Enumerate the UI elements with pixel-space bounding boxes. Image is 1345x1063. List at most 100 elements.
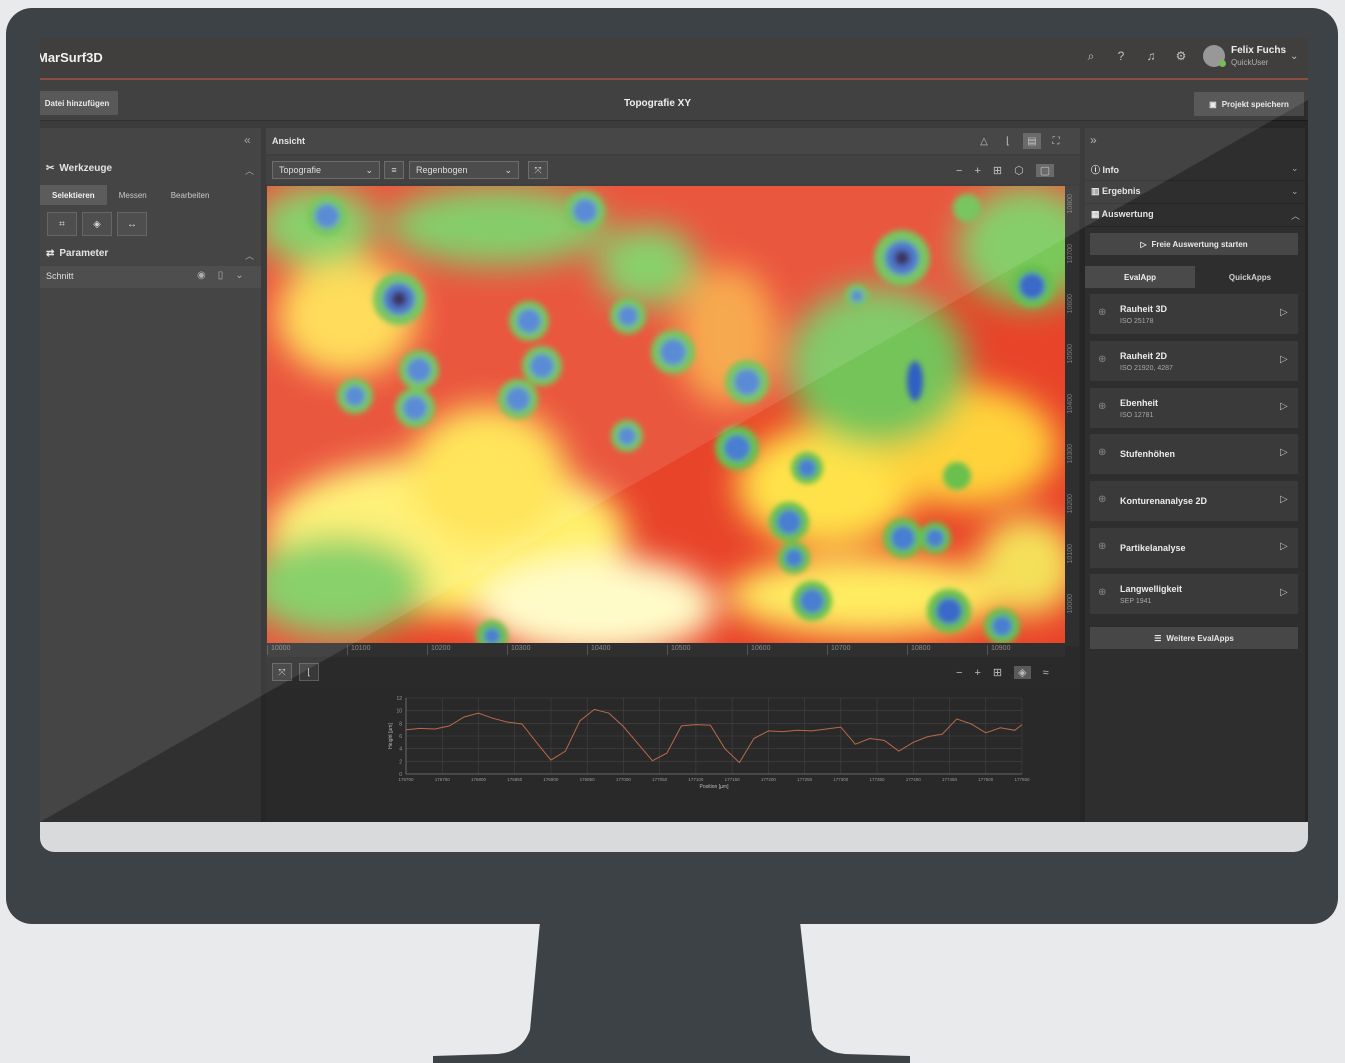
evalapp-title: Partikelanalyse (1120, 543, 1186, 553)
evalapp-card[interactable]: ⊕ Rauheit 2D ISO 21920, 4287 ▷ (1090, 341, 1298, 381)
chevron-down-icon[interactable]: ⌄ (235, 270, 243, 281)
x-tick-label: 176700 (398, 777, 414, 782)
y-axis-label: Height [µm] (388, 723, 394, 749)
evalapp-card[interactable]: ⊕ Stufenhöhen ▷ (1090, 434, 1298, 474)
evalapp-card[interactable]: ⊕ Ebenheit ISO 12781 ▷ (1090, 388, 1298, 428)
y-tick-label: 10 (396, 709, 402, 715)
expand-right-icon[interactable]: » (1090, 133, 1097, 147)
grid-icon[interactable]: ⊞ (993, 666, 1002, 679)
trash-icon[interactable]: ▯ (218, 270, 224, 281)
evalapp-card[interactable]: ⊕ Langwelligkeit SEP 1941 ▷ (1090, 574, 1298, 614)
view-mode-value: Topografie (279, 165, 322, 175)
save-project-label: Projekt speichern (1221, 99, 1289, 109)
result-icon: ▥ (1091, 186, 1103, 196)
more-evalapps-button[interactable]: ☰ Weitere EvalApps (1090, 627, 1298, 649)
play-icon[interactable]: ▷ (1280, 354, 1288, 365)
zoom-in-icon[interactable]: + (974, 667, 980, 679)
split-view-icon[interactable]: ▤ (1023, 133, 1041, 149)
y-tick: 10000 (1067, 594, 1074, 614)
tool-tabs: Selektieren Messen Bearbeiten (40, 185, 261, 205)
user-role: QuickUser (1231, 58, 1269, 67)
list-item[interactable]: Schnitt ◉ ▯ ⌄ (40, 266, 261, 288)
chart-icon[interactable]: ⌊ (999, 133, 1017, 149)
app-name: MarSurf3D (40, 50, 103, 65)
3d-view-icon[interactable]: △ (975, 133, 993, 149)
globe-icon: ⊕ (1098, 401, 1107, 412)
collapse-left-icon[interactable]: « (244, 133, 251, 147)
zoom-out-icon[interactable]: − (956, 165, 962, 177)
info-section-header[interactable]: ⓘ Info ⌄ (1085, 158, 1305, 181)
topography-image[interactable] (267, 186, 1065, 643)
play-icon[interactable]: ▷ (1280, 494, 1288, 505)
zoom-in-icon[interactable]: + (974, 165, 980, 177)
result-section-header[interactable]: ▥ Ergebnis ⌄ (1085, 181, 1305, 204)
play-icon[interactable]: ▷ (1280, 307, 1288, 318)
tab-measure[interactable]: Messen (107, 185, 159, 205)
cube-icon[interactable]: ⬡ (1014, 164, 1024, 177)
x-tick-label: 177550 (1014, 777, 1030, 782)
x-tick-label: 177050 (652, 777, 668, 782)
tools-section-header[interactable]: ✂ Werkzeuge (46, 163, 112, 174)
save-project-button[interactable]: ▣ Projekt speichern (1194, 92, 1304, 116)
grid-icon[interactable]: ⊞ (993, 164, 1002, 177)
x-tick-label: 177500 (978, 777, 994, 782)
distance-icon[interactable]: ↔ (117, 212, 147, 236)
chevron-down-icon[interactable]: ⌄ (1290, 51, 1298, 62)
evalapp-subtitle: ISO 25178 (1120, 318, 1154, 325)
evalapp-subtitle: ISO 21920, 4287 (1120, 365, 1173, 372)
evalapp-card[interactable]: ⊕ Rauheit 3D ISO 25178 ▷ (1090, 294, 1298, 334)
bell-icon[interactable]: ♫ (1144, 49, 1158, 64)
mountain-icon[interactable]: ≈ (1043, 667, 1049, 679)
tab-edit[interactable]: Bearbeiten (159, 185, 222, 205)
params-title: Parameter (59, 248, 109, 259)
eye-icon[interactable]: ◉ (197, 270, 206, 281)
frame-icon[interactable]: ▢ (1035, 164, 1055, 177)
x-tick: 10700 (827, 645, 850, 655)
tab-select[interactable]: Selektieren (40, 185, 107, 205)
chevron-up-icon[interactable]: ︿ (245, 164, 254, 177)
x-tick-label: 177150 (725, 777, 741, 782)
evalapp-card[interactable]: ⊕ Partikelanalyse ▷ (1090, 528, 1298, 568)
zoom-out-icon[interactable]: − (956, 667, 962, 679)
tab-quickapps[interactable]: QuickApps (1195, 266, 1305, 288)
eval-section-header[interactable]: ▦ Auswertung ︿ (1085, 204, 1305, 227)
globe-icon: ⊕ (1098, 354, 1107, 365)
axes-icon[interactable]: ⌊ (299, 663, 319, 681)
help-icon[interactable]: ? (1114, 49, 1128, 64)
evalapp-title: Ebenheit (1120, 398, 1159, 408)
evalapp-card[interactable]: ⊕ Konturenanalyse 2D ▷ (1090, 481, 1298, 521)
palette-select[interactable]: Regenbogen ⌄ (409, 161, 519, 179)
x-tick-label: 176800 (471, 777, 487, 782)
params-section-header[interactable]: ⇄ Parameter (46, 248, 108, 259)
y-tick-label: 6 (399, 734, 402, 740)
settings-icon[interactable]: ⚙ (1174, 49, 1188, 64)
fit-icon[interactable]: ⤧ (528, 161, 548, 179)
layers-icon[interactable]: ◈ (82, 212, 112, 236)
fit-profile-icon[interactable]: ⤧ (272, 663, 292, 681)
play-icon[interactable]: ▷ (1280, 541, 1288, 552)
play-icon[interactable]: ▷ (1280, 401, 1288, 412)
user-name[interactable]: Felix Fuchs (1231, 45, 1286, 56)
crop-icon[interactable]: ⌗ (47, 212, 77, 236)
chevron-up-icon[interactable]: ︿ (245, 249, 254, 262)
y-tick: 10700 (1067, 244, 1074, 264)
evalapp-title: Rauheit 2D (1120, 351, 1168, 361)
chevron-down-icon: ⌄ (1291, 163, 1299, 173)
evalapp-subtitle: ISO 12781 (1120, 412, 1154, 419)
start-evaluation-button[interactable]: ▷ Freie Auswertung starten (1090, 233, 1298, 255)
view-mode-select[interactable]: Topografie ⌄ (272, 161, 380, 179)
x-tick-label: 177450 (942, 777, 958, 782)
play-icon[interactable]: ▷ (1280, 447, 1288, 458)
sliders-icon[interactable]: ≡ (384, 161, 404, 179)
x-axis-label: Position [µm] (699, 784, 729, 790)
globe-icon: ⊕ (1098, 587, 1107, 598)
x-tick: 10200 (427, 645, 450, 655)
tab-evalapp[interactable]: EvalApp (1085, 266, 1195, 288)
x-tick-label: 177250 (797, 777, 813, 782)
layers-icon[interactable]: ◈ (1014, 666, 1031, 679)
fullscreen-icon[interactable]: ⛶ (1047, 133, 1065, 149)
play-icon[interactable]: ▷ (1280, 587, 1288, 598)
search-icon[interactable]: ⌕ (1084, 49, 1098, 64)
add-file-button[interactable]: Datei hinzufügen (40, 91, 118, 115)
chevron-down-icon: ⌄ (1291, 186, 1299, 196)
